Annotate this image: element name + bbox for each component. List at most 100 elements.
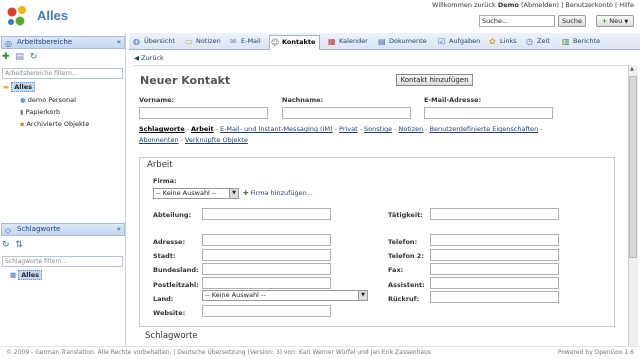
welcome-bar: Willkommen zurück Demo (Abmelden) | Benu… [432,1,634,9]
lastname-input[interactable] [282,107,411,119]
collapse-icon[interactable]: » [117,224,121,235]
fax-input[interactable] [430,263,559,275]
firstname-input[interactable] [139,107,268,119]
tags-panel-header[interactable]: ◇ Schlagworte » [1,223,125,236]
welcome-text: Willkommen zurück [432,1,496,9]
tab-label: E-Mail [241,37,261,45]
mail-icon: ✉ [230,37,237,46]
country-select-value: -- Keine Auswahl -- [205,291,266,299]
folder-icon: ▬ [3,83,10,91]
tags-title: Schlagworte [17,225,61,233]
department-input[interactable] [202,208,331,220]
section-link-custom-properties[interactable]: Benutzerdefinierte Eigenschaften [430,125,539,133]
chevron-down-icon: ▼ [229,189,238,198]
country-label: Land: [153,295,174,303]
tab-reports[interactable]: ▥ Berichte [561,35,600,50]
tab-label: Kontakte [282,38,316,46]
callback-label: Rückruf: [388,295,420,303]
tab-notes[interactable]: ▭ Notizen [184,35,221,50]
chart-icon: ▥ [562,37,570,46]
globe-icon: ◍ [133,37,140,46]
section-link-notes[interactable]: Notizen [399,125,424,133]
section-link-other[interactable]: Sonstige [364,125,392,133]
collapse-icon[interactable]: « [117,37,121,48]
address-input[interactable] [202,234,331,246]
clock-icon: ◷ [526,37,533,46]
country-select[interactable]: -- Keine Auswahl -- ▼ [202,290,368,301]
phone-label: Telefon: [388,238,418,246]
tab-time[interactable]: ◷ Zeit [525,35,550,50]
app-title: Alles [37,8,69,23]
assistant-input[interactable] [430,277,559,289]
tab-label: Dokumente [389,37,427,45]
tree-item-trash[interactable]: ▮ Papierkorb [20,108,60,116]
section-link-work[interactable]: Arbeit [191,125,214,133]
section-link-email-im[interactable]: E-Mail- und Instant-Messaging (IM) [220,125,333,133]
search-input[interactable]: Suche... [479,15,555,27]
tab-links[interactable]: ✿ Links [488,35,517,50]
zip-input[interactable] [202,277,331,289]
tags-filter-input[interactable]: Schlagworte filtern... [2,256,123,267]
calendar-icon: ▦ [328,37,336,46]
city-input[interactable] [202,249,331,261]
tab-documents[interactable]: ▤ Dokumente [377,35,427,50]
workspaces-filter-input[interactable]: Arbeitsbereiche filtern... [2,68,123,79]
account-link[interactable]: Benutzerkonto [565,1,612,9]
new-button-label: Neu [609,17,623,25]
add-icon[interactable]: ✚ [2,52,10,62]
scrollbar-thumb[interactable] [629,76,637,258]
trash-icon: ▮ [20,108,24,116]
tag-list-icon: ▦ [10,271,17,279]
lastname-label: Nachname: [282,96,324,104]
separator: | [614,1,618,9]
scroll-up-icon[interactable]: ▲ [630,66,634,72]
new-button[interactable]: + Neu ▼ [596,15,634,27]
section-link-linked-objects[interactable]: Verknüpfte Objekte [185,136,248,144]
tree-item-all[interactable]: ▬ Alles [3,82,35,92]
plus-icon: + [601,17,608,25]
back-link[interactable]: ◀ Zurück [134,54,164,62]
tab-contacts[interactable]: ☺ Kontakte [269,35,321,50]
refresh-icon[interactable]: ↻ [30,52,38,62]
phone-input[interactable] [430,234,559,246]
section-link-private[interactable]: Privat [339,125,358,133]
sort-icon[interactable]: ⇅ [15,240,23,250]
chevron-down-icon: ▼ [358,291,367,300]
state-input[interactable] [202,263,331,275]
company-select[interactable]: -- Keine Auswahl -- ▼ [153,188,239,199]
tab-tasks[interactable]: ☑ Aufgaben [437,35,480,50]
add-contact-button[interactable]: Kontakt hinzufügen [396,74,473,86]
phone2-label: Telefon 2: [388,252,424,260]
work-legend: Arbeit [145,160,175,170]
workspaces-panel-header[interactable]: ◎ Arbeitsbereiche « [1,36,125,49]
tree-item-label: Alles [11,82,35,92]
email-label: E-Mail-Adresse: [424,96,482,104]
phone2-input[interactable] [430,249,559,261]
section-link-subscribers[interactable]: Abonnenten [139,136,179,144]
job-input[interactable] [430,208,559,220]
callback-input[interactable] [430,291,559,303]
logout-link[interactable]: (Abmelden) [521,1,559,9]
tab-email[interactable]: ✉ E-Mail [229,35,261,50]
help-link[interactable]: Hilfe [619,1,634,9]
search-button[interactable]: Suche [558,15,586,27]
tab-label: Aufgaben [449,37,481,45]
job-label: Tätigkeit: [388,211,423,219]
tab-overview[interactable]: ◍ Übersicht [132,35,175,50]
add-company-link[interactable]: ✚ Firma hinzufügen... [243,189,313,197]
edit-icon[interactable]: ▤ [15,52,24,62]
workspaces-title: Arbeitsbereiche [17,38,73,46]
email-input[interactable] [424,107,553,119]
tree-item-personal[interactable]: ● demo Personal [20,96,76,104]
tab-calendar[interactable]: ▦ Kalender [327,35,368,50]
workspaces-toolbar: ✚ ▤ ↻ [2,52,40,63]
logo-icon [7,6,26,26]
address-label: Adresse: [153,238,186,246]
tag-tree-item-all[interactable]: ▦ Alles [10,270,42,280]
website-label: Website: [153,309,186,317]
refresh-icon[interactable]: ↻ [2,240,10,250]
user-name: Demo [497,1,519,9]
website-input[interactable] [202,305,331,317]
tree-item-archived[interactable]: ▪ Archivierte Objekte [20,120,89,128]
section-link-tags[interactable]: Schlagworte [139,125,185,133]
